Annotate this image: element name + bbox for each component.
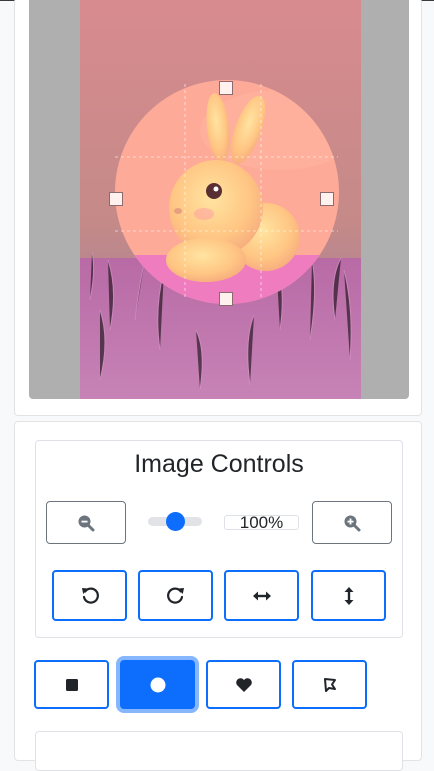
zoom-out-button[interactable]	[46, 501, 126, 544]
crop-handle-right[interactable]	[320, 192, 334, 206]
crop-handle-left[interactable]	[109, 192, 123, 206]
circle-icon	[150, 677, 166, 693]
shape-square-button[interactable]	[34, 660, 109, 709]
rotate-right-button[interactable]	[138, 570, 213, 621]
shape-heart-button[interactable]	[206, 660, 281, 709]
zoom-value: 100%	[224, 514, 299, 531]
zoom-slider-thumb[interactable]	[165, 512, 185, 531]
flip-horizontal-icon	[252, 586, 272, 606]
flip-horizontal-button[interactable]	[224, 570, 299, 621]
zoom-in-button[interactable]	[312, 501, 392, 544]
zoom-out-icon	[77, 514, 95, 532]
rotate-right-icon	[166, 586, 186, 606]
shape-circle-button[interactable]	[120, 660, 195, 709]
shape-custom-button[interactable]	[292, 660, 367, 709]
crop-stage[interactable]	[29, 0, 409, 399]
zoom-in-icon	[343, 514, 361, 532]
square-icon	[65, 678, 79, 692]
heart-icon	[235, 677, 253, 693]
flip-vertical-icon	[339, 586, 359, 606]
polygon-icon	[322, 677, 338, 693]
rotate-left-button[interactable]	[52, 570, 127, 621]
flip-vertical-button[interactable]	[311, 570, 386, 621]
crop-handle-bottom[interactable]	[219, 292, 233, 306]
controls-title: Image Controls	[134, 450, 304, 478]
crop-handle-top[interactable]	[219, 81, 233, 95]
next-panel	[35, 731, 403, 771]
rotate-left-icon	[80, 586, 100, 606]
